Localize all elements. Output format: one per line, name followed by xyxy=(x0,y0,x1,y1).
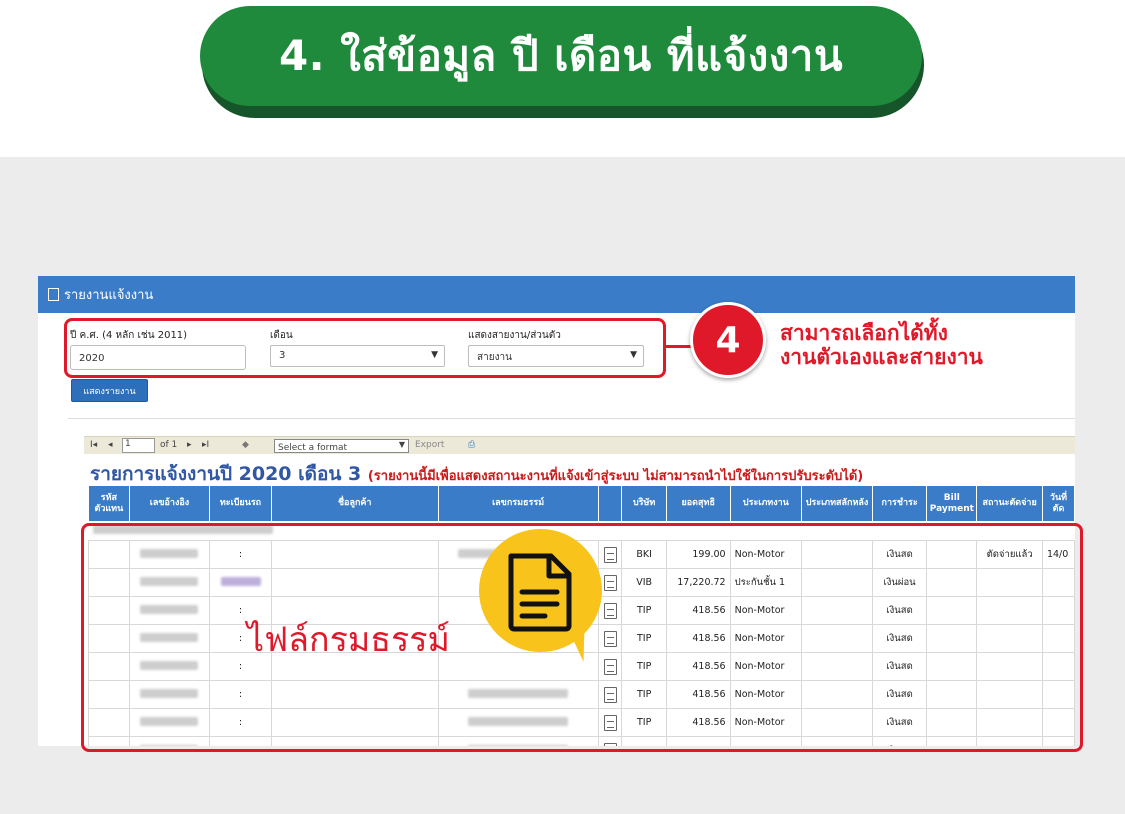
tutorial-slide: 4. ใส่ข้อมูล ปี เดือน ที่แจ้งงาน รายงานแ… xyxy=(0,0,1125,814)
column-header: ประเภทสลักหลัง xyxy=(801,485,873,522)
column-header: เลขอ้างอิง xyxy=(128,485,211,522)
chevron-down-icon: ▼ xyxy=(398,440,405,449)
report-title: รายการแจ้งงานปี 2020 เดือน 3 xyxy=(90,463,362,485)
last-page-icon[interactable]: ▸I xyxy=(202,440,209,450)
page-count: of 1 xyxy=(160,440,178,450)
column-header xyxy=(597,485,623,522)
callout-line-2: งานตัวเองและสายงาน xyxy=(780,344,983,369)
column-header: การชำระ xyxy=(871,485,928,522)
column-header: รหัสตัวแทน xyxy=(88,485,130,522)
column-header: สถานะตัดจ่าย xyxy=(976,485,1043,522)
column-header: Bill Payment xyxy=(926,485,978,522)
print-icon[interactable]: ⎙ xyxy=(468,440,475,450)
divider xyxy=(68,418,1075,419)
filter-callout: สามารถเลือกได้ทั้ง งานตัวเองและสายงาน xyxy=(780,321,983,369)
first-page-icon[interactable]: I◂ xyxy=(90,440,97,450)
column-header: เลขกรมธรรม์ xyxy=(437,485,599,522)
window-header: รายงานแจ้งงาน xyxy=(38,276,1075,313)
export-link[interactable]: Export xyxy=(415,440,444,450)
policy-file-label: ไฟล์กรมธรรม์ xyxy=(247,620,450,660)
refresh-icon[interactable]: ◆ xyxy=(242,440,249,450)
export-format-select[interactable]: Select a format ▼ xyxy=(274,439,409,453)
filter-highlight-frame xyxy=(64,318,666,378)
window-title: รายงานแจ้งงาน xyxy=(64,288,154,303)
format-placeholder: Select a format xyxy=(278,443,348,453)
column-header: บริษัท xyxy=(621,485,667,522)
next-page-icon[interactable]: ▸ xyxy=(187,440,192,450)
column-header: ทะเบียนรถ xyxy=(209,485,272,522)
column-header: ยอดสุทธิ xyxy=(665,485,731,522)
document-icon xyxy=(48,288,59,301)
column-header: วันที่ตัด xyxy=(1041,485,1075,522)
document-icon xyxy=(508,553,572,632)
prev-page-icon[interactable]: ◂ xyxy=(108,440,113,450)
report-toolbar: I◂ ◂ 1 of 1 ▸ ▸I ◆ Select a format ▼ Exp… xyxy=(84,436,1075,454)
show-report-button[interactable]: แสดงรายงาน xyxy=(71,379,148,402)
report-note: (รายงานนี้มีเพื่อแสดงสถานะงานที่แจ้งเข้า… xyxy=(367,469,864,484)
step-banner: 4. ใส่ข้อมูล ปี เดือน ที่แจ้งงาน xyxy=(200,6,922,106)
callout-line-1: สามารถเลือกได้ทั้ง xyxy=(780,321,948,345)
table-header-row: รหัสตัวแทน เลขอ้างอิง ทะเบียนรถ ชื่อลูกค้าเ… xyxy=(88,485,1075,522)
banner-title: 4. ใส่ข้อมูล ปี เดือน ที่แจ้งงาน xyxy=(278,31,844,80)
page-number-input[interactable]: 1 xyxy=(122,438,155,453)
step-badge: 4 xyxy=(690,302,766,378)
column-header: ประเภทงาน xyxy=(729,485,803,522)
column-header: ชื่อลูกค้า xyxy=(270,485,439,522)
